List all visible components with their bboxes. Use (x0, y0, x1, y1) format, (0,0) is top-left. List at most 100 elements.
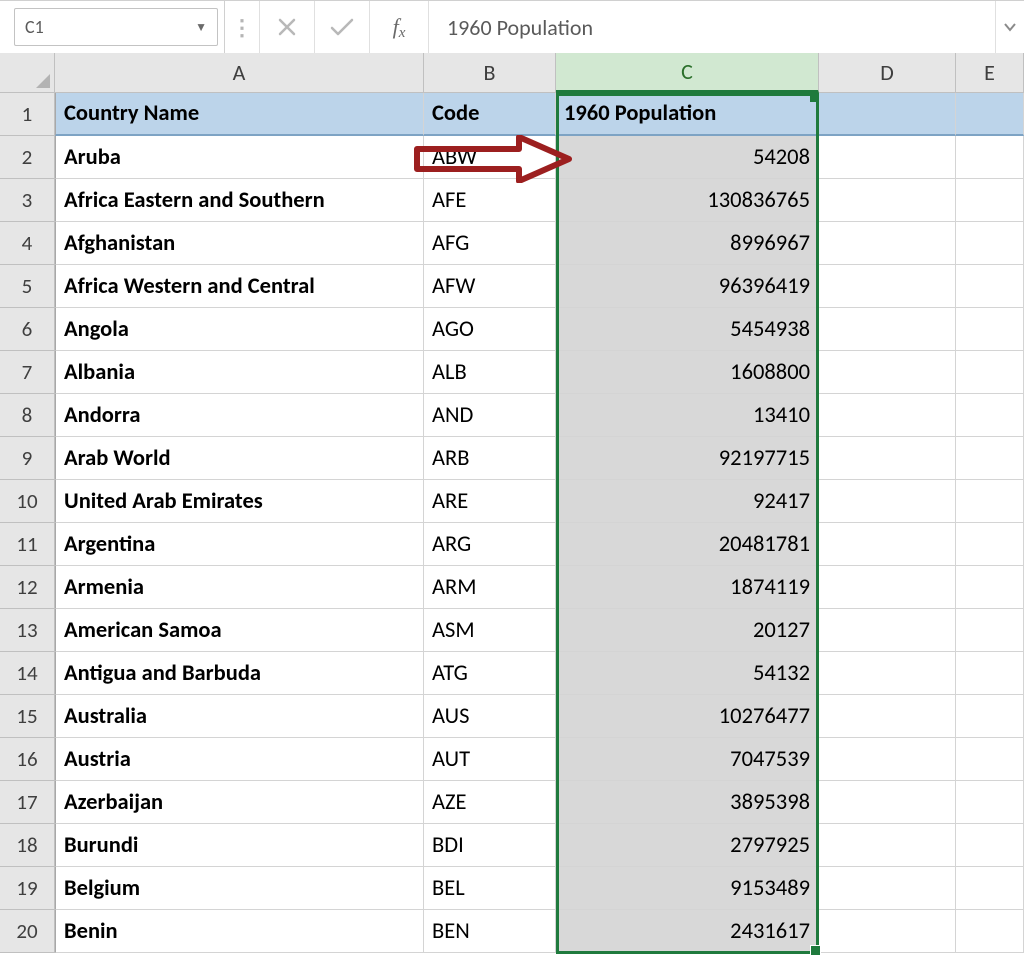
cell-pop[interactable]: 92417 (556, 480, 819, 523)
cell-empty[interactable] (956, 222, 1024, 265)
cell-empty[interactable] (956, 910, 1024, 953)
cell-empty[interactable] (956, 523, 1024, 566)
cell-pop[interactable]: 9153489 (556, 867, 819, 910)
cell-country[interactable]: Angola (55, 308, 424, 351)
cell-code[interactable]: AUT (424, 738, 556, 781)
cell-pop[interactable]: 54208 (556, 136, 819, 179)
row-header[interactable]: 11 (0, 523, 55, 566)
row-header[interactable]: 17 (0, 781, 55, 824)
cell-empty[interactable] (819, 437, 956, 480)
cell-country[interactable]: Africa Eastern and Southern (55, 179, 424, 222)
row-header[interactable]: 2 (0, 136, 55, 179)
cell-code[interactable]: BEN (424, 910, 556, 953)
cell-pop[interactable]: 7047539 (556, 738, 819, 781)
expand-formula-bar-button[interactable] (995, 1, 1024, 53)
row-header[interactable]: 1 (0, 93, 55, 136)
cell-empty[interactable] (819, 222, 956, 265)
select-all-button[interactable] (0, 53, 55, 93)
row-header[interactable]: 19 (0, 867, 55, 910)
cell-country[interactable]: United Arab Emirates (55, 480, 424, 523)
cell-country[interactable]: Benin (55, 910, 424, 953)
accept-entry-button[interactable] (315, 1, 370, 53)
cell-code[interactable]: ARE (424, 480, 556, 523)
cell-pop[interactable]: 5454938 (556, 308, 819, 351)
cell-country[interactable]: Burundi (55, 824, 424, 867)
cell-code[interactable]: AUS (424, 695, 556, 738)
cell-code[interactable]: AFE (424, 179, 556, 222)
cell-country[interactable]: American Samoa (55, 609, 424, 652)
cell-empty[interactable] (819, 179, 956, 222)
cell-country[interactable]: Afghanistan (55, 222, 424, 265)
cell-code[interactable]: ARM (424, 566, 556, 609)
cell-empty[interactable] (819, 609, 956, 652)
chevron-down-icon[interactable]: ▼ (195, 20, 207, 35)
row-header[interactable]: 8 (0, 394, 55, 437)
cell-country[interactable]: Aruba (55, 136, 424, 179)
column-header-c[interactable]: C (556, 53, 819, 93)
column-header-e[interactable]: E (956, 53, 1024, 93)
column-header-b[interactable]: B (424, 53, 556, 93)
cell-country[interactable]: Antigua and Barbuda (55, 652, 424, 695)
cell-country[interactable]: Armenia (55, 566, 424, 609)
row-header[interactable]: 7 (0, 351, 55, 394)
cell-empty[interactable] (819, 566, 956, 609)
cell-country[interactable]: Andorra (55, 394, 424, 437)
cell-pop[interactable]: 1608800 (556, 351, 819, 394)
cell-empty[interactable] (956, 867, 1024, 910)
cell-empty[interactable] (956, 265, 1024, 308)
row-header[interactable]: 4 (0, 222, 55, 265)
row-header[interactable]: 14 (0, 652, 55, 695)
row-header[interactable]: 18 (0, 824, 55, 867)
cell-pop[interactable]: 92197715 (556, 437, 819, 480)
cell-country[interactable]: Belgium (55, 867, 424, 910)
cell-pop[interactable]: 2797925 (556, 824, 819, 867)
cell-pop[interactable]: 13410 (556, 394, 819, 437)
cell-pop[interactable]: 130836765 (556, 179, 819, 222)
row-header[interactable]: 15 (0, 695, 55, 738)
cell-empty[interactable] (956, 93, 1024, 136)
cell-pop[interactable]: 1874119 (556, 566, 819, 609)
cell-empty[interactable] (956, 824, 1024, 867)
cell-empty[interactable] (956, 609, 1024, 652)
row-header[interactable]: 9 (0, 437, 55, 480)
cell-empty[interactable] (819, 781, 956, 824)
row-header[interactable]: 12 (0, 566, 55, 609)
cell-code[interactable]: ALB (424, 351, 556, 394)
name-box[interactable]: C1 ▼ (14, 8, 218, 46)
cell-empty[interactable] (956, 652, 1024, 695)
cell-pop[interactable]: 2431617 (556, 910, 819, 953)
row-header[interactable]: 20 (0, 910, 55, 953)
cell-pop[interactable]: 96396419 (556, 265, 819, 308)
cell-country[interactable]: Argentina (55, 523, 424, 566)
cell-country[interactable]: Azerbaijan (55, 781, 424, 824)
cell-empty[interactable] (956, 781, 1024, 824)
cell-code[interactable]: AGO (424, 308, 556, 351)
cell-code[interactable]: ATG (424, 652, 556, 695)
cell-pop[interactable]: 3895398 (556, 781, 819, 824)
column-header-a[interactable]: A (55, 53, 424, 93)
cell-empty[interactable] (819, 523, 956, 566)
cell-empty[interactable] (956, 351, 1024, 394)
cell-pop[interactable]: 8996967 (556, 222, 819, 265)
insert-function-button[interactable]: fx (370, 1, 429, 53)
header-code[interactable]: Code (424, 93, 556, 136)
cell-country[interactable]: Africa Western and Central (55, 265, 424, 308)
cell-code[interactable]: AZE (424, 781, 556, 824)
row-header[interactable]: 13 (0, 609, 55, 652)
cell-empty[interactable] (819, 308, 956, 351)
column-header-d[interactable]: D (819, 53, 956, 93)
cell-code[interactable]: AFG (424, 222, 556, 265)
cell-empty[interactable] (819, 351, 956, 394)
cell-empty[interactable] (956, 480, 1024, 523)
header-pop[interactable]: 1960 Population (556, 93, 819, 136)
cell-pop[interactable]: 10276477 (556, 695, 819, 738)
cell-pop[interactable]: 20481781 (556, 523, 819, 566)
row-header[interactable]: 5 (0, 265, 55, 308)
cell-country[interactable]: Albania (55, 351, 424, 394)
cell-code[interactable]: ARG (424, 523, 556, 566)
cell-country[interactable]: Austria (55, 738, 424, 781)
cell-code[interactable]: AFW (424, 265, 556, 308)
cell-empty[interactable] (956, 394, 1024, 437)
cell-empty[interactable] (819, 394, 956, 437)
cell-empty[interactable] (819, 136, 956, 179)
